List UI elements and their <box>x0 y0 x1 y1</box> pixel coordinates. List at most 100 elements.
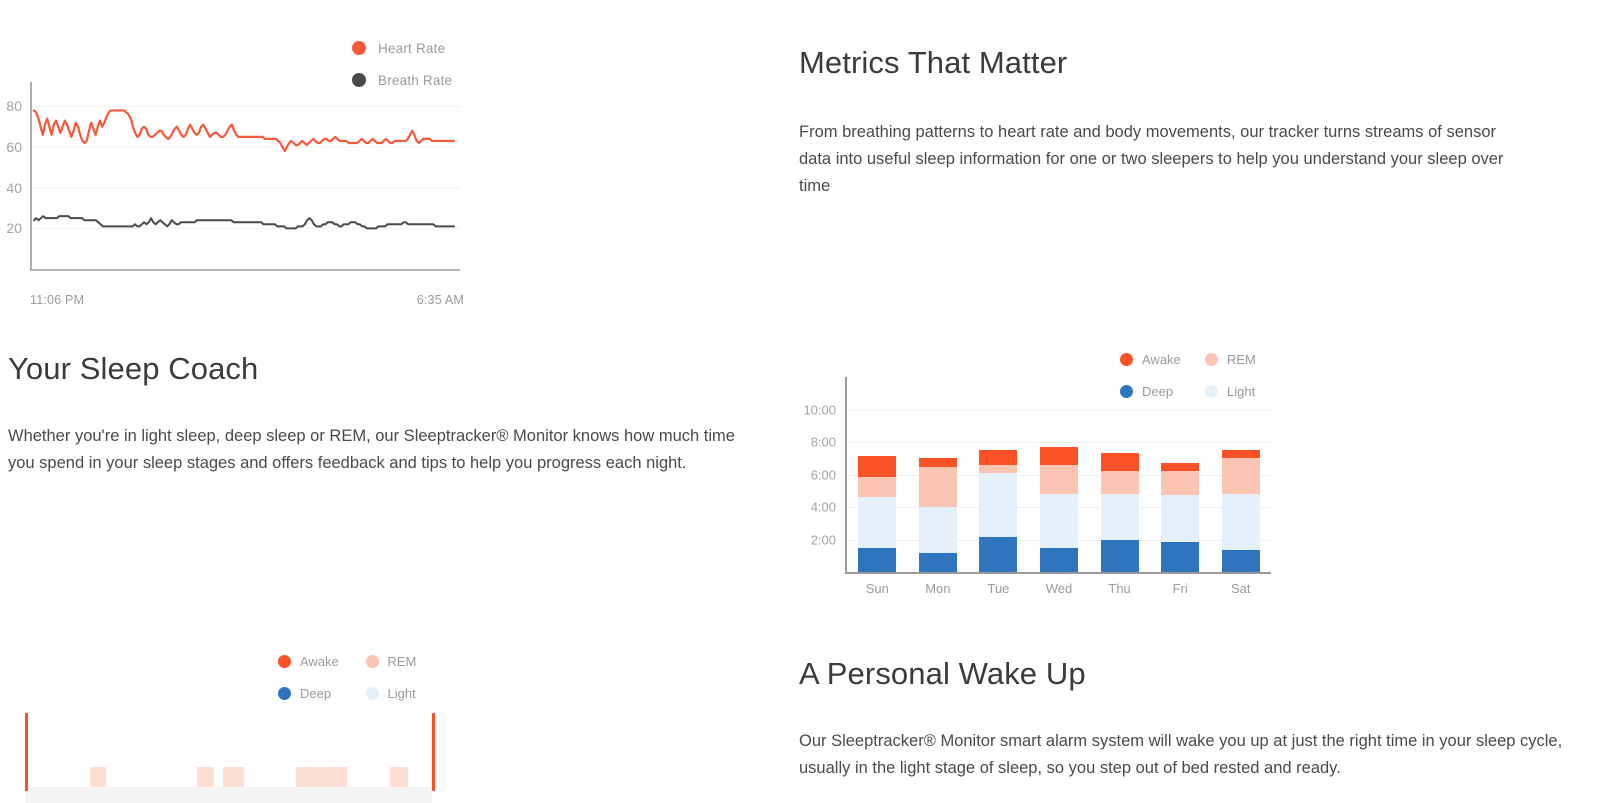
stages-bar-segment-deep <box>1221 550 1260 572</box>
stages-bar-column[interactable]: Wed <box>1029 387 1090 596</box>
stages-bar-group: Sun Mon Tue Wed Thu Fri Sat <box>847 387 1271 596</box>
vitals-y-tick-label: 60 <box>6 139 22 156</box>
your-sleep-coach-section: Your Sleep Coach Whether you're in light… <box>8 350 748 477</box>
hypnogram-plot-area <box>0 713 470 803</box>
vitals-y-tick-label: 40 <box>6 179 22 196</box>
stages-y-tick-label: 8:00 <box>810 434 836 450</box>
vitals-series-line <box>33 215 455 230</box>
stages-bar-segment-deep <box>918 552 957 572</box>
stages-plot-area: 2:00 4:00 6:00 8:00 10:00 Sun Mon Tue Wed Thu Fri… <box>803 377 1271 596</box>
stages-bar-segment-light <box>858 496 897 549</box>
awake-swatch-icon <box>1120 352 1133 366</box>
hypnogram-chart-legend: Awake REM Deep Light <box>278 645 453 709</box>
hypnogram-legend-item-light: Light <box>365 677 454 709</box>
rem-swatch-icon <box>1205 352 1218 366</box>
stages-bar-segment-light <box>1100 494 1139 540</box>
deep-swatch-icon <box>278 686 291 700</box>
legend-label-rem: REM <box>1227 351 1256 367</box>
stages-y-tick-label: 2:00 <box>810 532 836 548</box>
stages-bar-segment-deep <box>1161 541 1200 572</box>
nightly-hypnogram-chart: Awake REM Deep Light <box>0 640 470 803</box>
sleep-start-marker <box>24 713 28 791</box>
stages-bar-column[interactable]: Sun <box>847 387 908 596</box>
vitals-x-start-label: 11:06 PM <box>30 293 85 307</box>
sleep-end-marker <box>431 713 435 791</box>
stages-bar-stack[interactable] <box>858 456 897 572</box>
wakeup-title: A Personal Wake Up <box>799 656 1086 691</box>
stages-bar-stack[interactable] <box>1221 449 1260 572</box>
stages-bar-segment-light <box>1161 494 1200 542</box>
legend-item-heart-rate: Heart Rate <box>352 32 502 64</box>
stages-bar-segment-awake <box>1221 449 1260 458</box>
stages-bar-segment-deep <box>1040 547 1079 572</box>
stages-bar-segment-deep <box>1100 539 1139 572</box>
stages-bar-segment-deep <box>858 548 897 572</box>
stages-bar-segment-awake <box>918 457 957 468</box>
stages-bar-stack[interactable] <box>979 450 1018 572</box>
vitals-y-tick-label: 20 <box>6 220 22 237</box>
stages-bar-segment-rem <box>858 477 897 497</box>
stages-y-tick-label: 10:00 <box>803 402 836 418</box>
hypnogram-legend-label-rem: REM <box>387 653 417 669</box>
heart-rate-swatch-icon <box>352 41 366 55</box>
hypnogram-legend-item-awake: Awake <box>278 645 366 677</box>
stages-x-tick-label: Sat <box>1231 581 1251 596</box>
stages-bar-segment-awake <box>1161 462 1200 471</box>
stages-x-tick-label: Thu <box>1108 581 1131 596</box>
legend-item-rem: REM <box>1205 343 1290 375</box>
stages-x-tick-label: Tue <box>987 581 1010 596</box>
stages-bar-stack[interactable] <box>1040 447 1079 572</box>
metrics-that-matter-section: Metrics That Matter From breathing patte… <box>799 44 1539 199</box>
metrics-body: From breathing patterns to heart rate an… <box>799 123 1504 195</box>
hypnogram-legend-label-awake: Awake <box>300 653 339 669</box>
stages-bar-segment-rem <box>918 467 957 508</box>
legend-item-awake: Awake <box>1120 343 1205 375</box>
stages-bar-column[interactable]: Sat <box>1210 387 1271 596</box>
rem-swatch-icon <box>365 654 379 668</box>
stages-bar-segment-awake <box>1100 452 1139 472</box>
wakeup-body: Our Sleeptracker® Monitor smart alarm sy… <box>799 732 1563 777</box>
stages-bar-stack[interactable] <box>1161 462 1200 572</box>
metrics-title: Metrics That Matter <box>799 45 1068 80</box>
stages-x-tick-label: Mon <box>925 581 951 596</box>
stages-bar-segment-rem <box>1040 464 1079 495</box>
stages-bar-segment-rem <box>1221 457 1260 495</box>
stages-bar-segment-rem <box>1100 471 1139 495</box>
hypnogram-legend-label-light: Light <box>387 685 416 701</box>
legend-label-awake: Awake <box>1142 351 1181 367</box>
vitals-y-tick-label: 80 <box>6 98 22 115</box>
stages-bar-segment-awake <box>858 456 897 478</box>
vitals-x-end-label: 6:35 AM <box>416 293 464 307</box>
stages-bar-stack[interactable] <box>1100 452 1139 572</box>
stages-bar-column[interactable]: Tue <box>968 387 1029 596</box>
weekly-sleep-stages-chart: Awake REM Deep Light 2:00 4:00 6:00 8:00 10:… <box>790 335 1290 605</box>
vitals-line-chart: Heart Rate Breath Rate 20 40 60 80 11:06 PM… <box>0 22 502 308</box>
stages-x-axis-line <box>845 572 1271 574</box>
stages-bar-segment-deep <box>979 537 1018 572</box>
stages-bar-segment-rem <box>1161 470 1200 495</box>
vitals-plot-svg <box>30 82 460 271</box>
hypnogram-legend-label-deep: Deep <box>300 685 332 701</box>
stages-x-tick-label: Fri <box>1172 581 1188 596</box>
stages-bar-column[interactable]: Thu <box>1089 387 1150 596</box>
stages-bar-segment-light <box>1221 494 1260 551</box>
stages-bar-segment-light <box>979 473 1018 538</box>
stages-bar-stack[interactable] <box>918 457 957 572</box>
coach-body: Whether you're in light sleep, deep slee… <box>8 427 735 472</box>
stages-bar-segment-light <box>1040 494 1079 548</box>
hypnogram-legend-item-rem: REM <box>365 645 454 677</box>
stages-x-tick-label: Wed <box>1045 581 1073 596</box>
stages-bar-segment-awake <box>1040 447 1079 465</box>
vitals-plot-area: 20 40 60 80 11:06 PM 6:35 AM <box>6 82 464 307</box>
stages-bar-column[interactable]: Mon <box>908 387 969 596</box>
hypnogram-legend-item-deep: Deep <box>278 677 366 709</box>
stages-y-tick-label: 4:00 <box>810 499 836 515</box>
stages-bar-segment-light <box>918 507 957 553</box>
stages-bar-column[interactable]: Fri <box>1150 387 1211 596</box>
coach-title: Your Sleep Coach <box>8 351 259 386</box>
a-personal-wake-up-section: A Personal Wake Up Our Sleeptracker® Mon… <box>799 655 1589 782</box>
legend-label-heart-rate: Heart Rate <box>378 40 446 56</box>
stages-y-tick-label: 6:00 <box>810 467 836 483</box>
light-swatch-icon <box>365 686 379 700</box>
awake-swatch-icon <box>278 654 291 668</box>
